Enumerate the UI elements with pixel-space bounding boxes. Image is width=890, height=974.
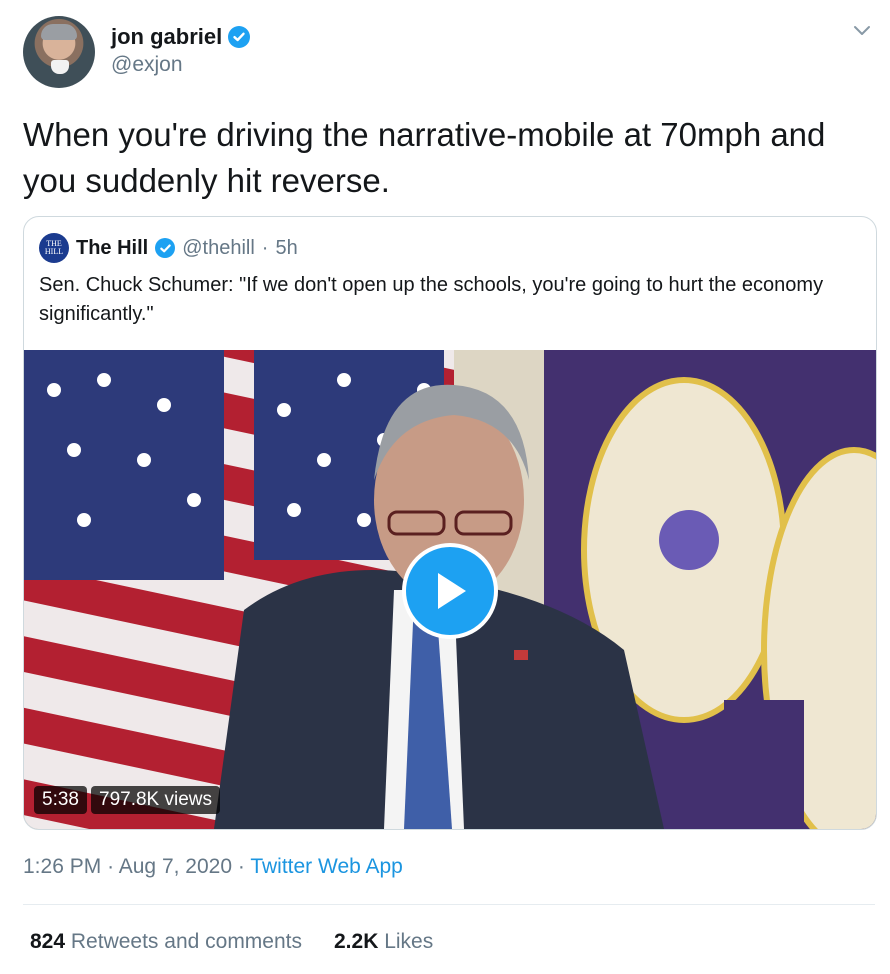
quoted-tweet-card[interactable]: THE HILL The Hill @thehill · 5h Sen. Chu… bbox=[23, 216, 877, 830]
likes-label: Likes bbox=[384, 930, 434, 953]
author-name[interactable]: jon gabriel bbox=[111, 24, 222, 50]
meta-separator-1: · bbox=[107, 855, 115, 878]
quoted-author-handle: @thehill bbox=[182, 236, 255, 259]
quoted-time-ago: 5h bbox=[275, 236, 298, 259]
quoted-verified-badge-icon bbox=[155, 238, 176, 258]
play-icon bbox=[438, 573, 466, 609]
tweet-date[interactable]: Aug 7, 2020 bbox=[119, 855, 232, 878]
quoted-author-name: The Hill bbox=[76, 236, 149, 259]
retweets-label: Retweets and comments bbox=[70, 930, 302, 953]
retweets-count: 824 bbox=[30, 930, 66, 953]
divider bbox=[23, 904, 875, 905]
verified-badge-icon bbox=[228, 26, 251, 48]
tweet-time[interactable]: 1:26 PM bbox=[23, 855, 101, 878]
tweet-stats: 824 Retweets and comments 2.2K Likes bbox=[30, 930, 433, 954]
meta-separator-2: · bbox=[237, 855, 245, 878]
the-hill-logo: THE HILL bbox=[39, 233, 69, 263]
quoted-tweet-header: THE HILL The Hill @thehill · 5h bbox=[39, 233, 298, 263]
quoted-tweet-text: Sen. Chuck Schumer: "If we don't open up… bbox=[39, 274, 824, 325]
video-duration: 5:38 bbox=[34, 786, 87, 814]
tweet-source-link[interactable]: Twitter Web App bbox=[250, 855, 403, 878]
retweets-stat[interactable]: 824 Retweets and comments bbox=[30, 930, 302, 954]
video-player[interactable]: 5:38 797.8K views bbox=[24, 350, 876, 829]
quoted-separator: · bbox=[261, 236, 269, 259]
tweet-meta: 1:26 PM · Aug 7, 2020 · Twitter Web App bbox=[23, 855, 403, 879]
chevron-down-icon[interactable] bbox=[852, 20, 872, 40]
avatar-cup bbox=[51, 60, 69, 74]
author-avatar[interactable] bbox=[23, 16, 95, 88]
logo-text: THE HILL bbox=[44, 239, 64, 256]
likes-count: 2.2K bbox=[334, 930, 379, 953]
avatar-hair bbox=[41, 24, 77, 40]
likes-stat[interactable]: 2.2K Likes bbox=[334, 930, 433, 954]
play-button[interactable] bbox=[402, 543, 498, 639]
tweet-text: When you're driving the narrative-mobile… bbox=[23, 116, 826, 199]
author-handle[interactable]: @exjon bbox=[111, 53, 183, 77]
author-name-row[interactable]: jon gabriel bbox=[111, 24, 251, 50]
video-views: 797.8K views bbox=[91, 786, 221, 814]
